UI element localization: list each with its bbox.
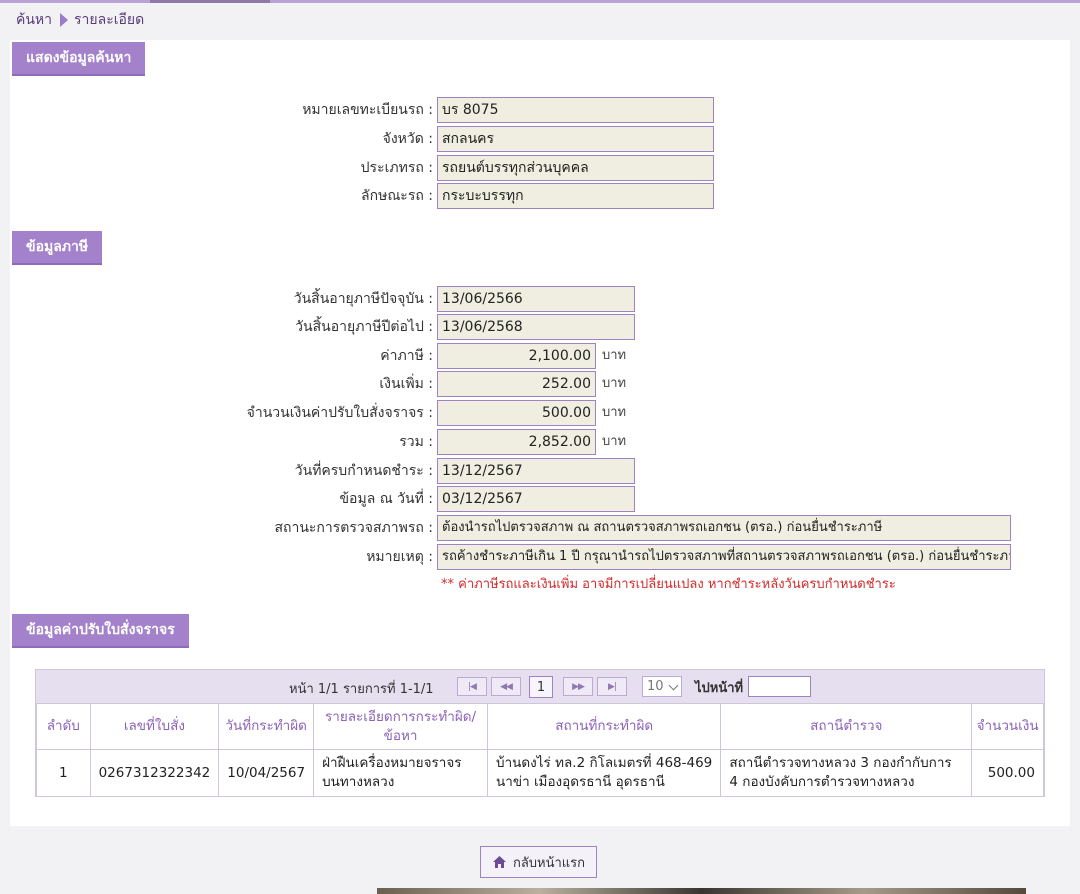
home-button-label: กลับหน้าแรก	[512, 855, 586, 871]
section-header-search: แสดงข้อมูลค้นหา	[12, 42, 146, 76]
pager-info: หน้า 1/1 รายการที่ 1-1/1	[289, 682, 434, 697]
value-current-expiry: 13/06/2566	[437, 286, 635, 312]
value-inspection-status: ต้องนำรถไปตรวจสภาพ ณ สถานตรวจสภาพรถเอกชน…	[437, 515, 1011, 541]
unit-total: บาท	[602, 434, 627, 449]
value-fine-amount: 500.00	[437, 400, 596, 426]
field-inspection-status: สถานะการตรวจสภาพรถ : ต้องนำรถไปตรวจสภาพ …	[0, 515, 1080, 541]
value-due-date: 13/12/2567	[437, 458, 635, 484]
cell-amount: 500.00	[971, 749, 1044, 797]
label-remark: หมายเหตุ :	[366, 549, 433, 565]
value-next-expiry: 13/06/2568	[437, 314, 635, 340]
field-surcharge: เงินเพิ่ม : 252.00 บาท	[0, 371, 1080, 397]
label-next-expiry: วันสิ้นอายุภาษีปีต่อไป :	[295, 319, 433, 335]
section-header-tax: ข้อมูลภาษี	[12, 231, 103, 265]
home-button[interactable]: กลับหน้าแรก	[480, 846, 597, 878]
chevron-down-icon	[668, 680, 679, 691]
label-due-date: วันที่ครบกำหนดชำระ :	[294, 463, 433, 479]
col-header-offense-location: สถานที่กระทำผิด	[487, 703, 722, 750]
tax-warning-note: ** ค่าภาษีรถและเงินเพิ่ม อาจมีการเปลี่ยน…	[441, 577, 896, 592]
value-tax-amount: 2,100.00	[437, 343, 596, 369]
label-fine-amount: จำนวนเงินค่าปรับใบสั่งจราจร :	[246, 405, 433, 421]
page-size-value: 10	[647, 679, 664, 694]
field-fine-amount: จำนวนเงินค่าปรับใบสั่งจราจร : 500.00 บาท	[0, 400, 1080, 426]
breadcrumb-search-link[interactable]: ค้นหา	[16, 9, 52, 31]
field-due-date: วันที่ครบกำหนดชำระ : 13/12/2567	[0, 458, 1080, 484]
value-total: 2,852.00	[437, 429, 596, 455]
value-remark: รถค้างชำระภาษีเกิน 1 ปี กรุณานำรถไปตรวจส…	[437, 544, 1011, 570]
field-total: รวม : 2,852.00 บาท	[0, 429, 1080, 455]
cell-ticket-no: 0267312322342	[89, 749, 220, 797]
home-icon	[492, 856, 506, 868]
cell-seq: 1	[36, 749, 91, 797]
value-vehicle-type: รถยนต์บรรทุกส่วนบุคคล	[437, 155, 714, 181]
top-accent-bar	[0, 0, 1080, 3]
field-current-expiry: วันสิ้นอายุภาษีปัจจุบัน : 13/06/2566	[0, 286, 1080, 312]
pager-goto-label: ไปหน้าที่	[695, 681, 744, 696]
value-data-as-of: 03/12/2567	[437, 486, 635, 512]
field-next-expiry: วันสิ้นอายุภาษีปีต่อไป : 13/06/2568	[0, 314, 1080, 340]
cell-offense-location: บ้านดงไร่ ทล.2 กิโลเมตรที่ 468-469 นาข่า…	[487, 749, 722, 797]
cell-police-station: สถานีตำรวจทางหลวง 3 กองกำกับการ 4 กองบัง…	[720, 749, 973, 797]
col-header-seq: ลำดับ	[36, 703, 91, 750]
breadcrumb-current: รายละเอียด	[74, 12, 145, 28]
col-header-amount: จำนวนเงิน	[971, 703, 1044, 750]
fines-table: ลำดับ เลขที่ใบสั่ง วันที่กระทำผิด รายละเ…	[36, 703, 1044, 797]
label-plate-number: หมายเลขทะเบียนรถ :	[302, 102, 433, 118]
unit-surcharge: บาท	[602, 376, 627, 391]
label-data-as-of: ข้อมูล ณ วันที่ :	[339, 491, 433, 507]
label-province: จังหวัด :	[382, 131, 433, 147]
pager-next-button[interactable]: ▶▶	[563, 677, 593, 696]
value-province: สกลนคร	[437, 126, 714, 152]
value-surcharge: 252.00	[437, 371, 596, 397]
breadcrumb-arrow-icon	[60, 13, 69, 27]
col-header-ticket-no: เลขที่ใบสั่ง	[89, 703, 220, 750]
col-header-offense-detail: รายละเอียดการกระทำผิด/ข้อหา	[313, 703, 489, 750]
field-data-as-of: ข้อมูล ณ วันที่ : 03/12/2567	[0, 486, 1080, 512]
field-plate-number: หมายเลขทะเบียนรถ : บร 8075	[0, 97, 1080, 123]
cell-offense-date: 10/04/2567	[218, 749, 315, 797]
breadcrumb: ค้นหา รายละเอียด	[16, 10, 144, 30]
label-vehicle-style: ลักษณะรถ :	[361, 188, 433, 204]
footer-photo-strip	[377, 888, 1026, 894]
field-province: จังหวัด : สกลนคร	[0, 126, 1080, 152]
field-vehicle-style: ลักษณะรถ : กระบะบรรทุก	[0, 183, 1080, 209]
col-header-police-station: สถานีตำรวจ	[720, 703, 973, 750]
unit-tax-amount: บาท	[602, 348, 627, 363]
pager-prev-button[interactable]: ◀◀	[491, 677, 521, 696]
pager-current-page[interactable]: 1	[529, 676, 553, 698]
label-surcharge: เงินเพิ่ม :	[379, 376, 433, 392]
value-plate-number: บร 8075	[437, 97, 714, 123]
table-row: 1 0267312322342 10/04/2567 ฝ่าฝืนเครื่อง…	[36, 749, 1044, 797]
label-inspection-status: สถานะการตรวจสภาพรถ :	[274, 520, 433, 536]
col-header-offense-date: วันที่กระทำผิด	[218, 703, 315, 750]
field-remark: หมายเหตุ : รถค้างชำระภาษีเกิน 1 ปี กรุณา…	[0, 544, 1080, 570]
pager-goto-input[interactable]	[748, 676, 811, 697]
section-header-fines: ข้อมูลค่าปรับใบสั่งจราจร	[12, 614, 189, 648]
fines-table-container: หน้า 1/1 รายการที่ 1-1/1 |◀ ◀◀ 1 ▶▶ ▶| 1…	[35, 669, 1045, 797]
table-header-row: ลำดับ เลขที่ใบสั่ง วันที่กระทำผิด รายละเ…	[36, 703, 1044, 750]
label-tax-amount: ค่าภาษี :	[380, 348, 433, 364]
label-vehicle-type: ประเภทรถ :	[360, 160, 433, 176]
value-vehicle-style: กระบะบรรทุก	[437, 183, 714, 209]
pager: หน้า 1/1 รายการที่ 1-1/1 |◀ ◀◀ 1 ▶▶ ▶| 1…	[36, 670, 1044, 703]
pager-first-button[interactable]: |◀	[457, 677, 487, 696]
field-tax-amount: ค่าภาษี : 2,100.00 บาท	[0, 343, 1080, 369]
cell-offense-detail: ฝ่าฝืนเครื่องหมายจราจรบนทางหลวง	[313, 749, 489, 797]
field-vehicle-type: ประเภทรถ : รถยนต์บรรทุกส่วนบุคคล	[0, 155, 1080, 181]
pager-last-button[interactable]: ▶|	[597, 677, 627, 696]
label-current-expiry: วันสิ้นอายุภาษีปัจจุบัน :	[293, 291, 433, 307]
label-total: รวม :	[399, 434, 433, 450]
unit-fine-amount: บาท	[602, 405, 627, 420]
page-size-select[interactable]: 10	[642, 676, 682, 697]
